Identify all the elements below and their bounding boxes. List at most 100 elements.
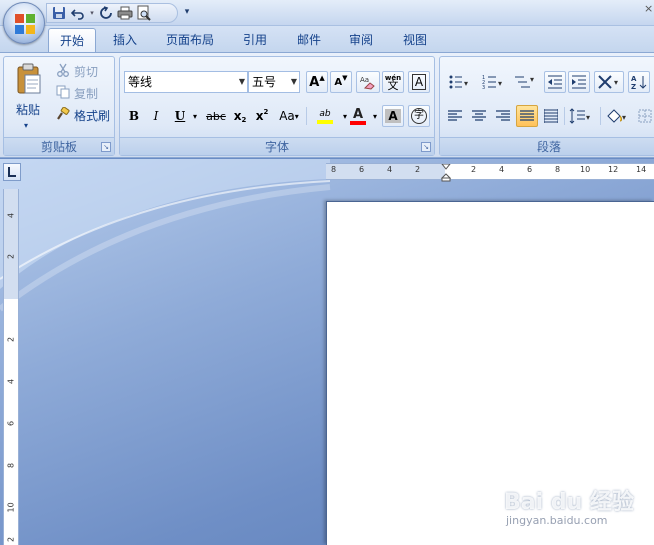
- highlight-button[interactable]: ab: [310, 105, 340, 127]
- ruler-label: 2: [6, 536, 16, 543]
- indent-marker-icon[interactable]: [441, 164, 451, 182]
- align-center-button[interactable]: [468, 105, 490, 127]
- font-color-button[interactable]: A: [346, 105, 370, 127]
- scissors-icon: [56, 63, 70, 80]
- office-button[interactable]: [3, 2, 45, 44]
- font-color-dropdown-icon[interactable]: ▾: [370, 105, 380, 127]
- numbered-list-icon: 123 ▾: [482, 75, 502, 90]
- distributed-icon: [544, 109, 558, 123]
- paste-icon: [17, 63, 41, 94]
- undo-icon[interactable]: [70, 5, 86, 21]
- tab-selector-button[interactable]: [3, 163, 21, 181]
- left-tab-stop-icon: [8, 167, 16, 177]
- distributed-button[interactable]: [540, 105, 562, 127]
- grow-font-button[interactable]: A ▲: [306, 71, 328, 93]
- italic-button[interactable]: I: [146, 105, 166, 127]
- svg-text:▾: ▾: [530, 75, 534, 84]
- watermark-url: jingyan.baidu.com: [506, 514, 608, 527]
- enclose-characters-icon: 字: [411, 108, 427, 124]
- chevron-down-icon[interactable]: ▼: [291, 72, 297, 92]
- superscript-icon: x: [255, 109, 264, 123]
- font-size-combo[interactable]: 五号 ▼: [248, 71, 300, 93]
- character-shading-button[interactable]: A: [382, 105, 404, 127]
- line-spacing-button[interactable]: ▾: [566, 105, 596, 127]
- clipboard-dialog-launcher-icon[interactable]: ↘: [101, 142, 111, 152]
- paste-dropdown-icon[interactable]: ▾: [24, 121, 28, 130]
- clipboard-group-label: 剪贴板: [4, 137, 114, 155]
- decrease-indent-icon: [548, 75, 562, 89]
- undo-dropdown-icon[interactable]: ▾: [89, 5, 95, 21]
- close-window-icon[interactable]: ×: [644, 2, 654, 18]
- ruler-label: 4: [6, 212, 16, 219]
- numbering-button[interactable]: 1 2 3 ▾: [478, 71, 508, 93]
- horizontal-ruler[interactable]: 8 6 4 2 2 4 6 8 10 12 14: [326, 163, 654, 182]
- borders-icon: [638, 109, 652, 123]
- multilevel-list-button[interactable]: ▾: [510, 71, 540, 93]
- ruler-label: 6: [527, 165, 533, 174]
- phonetic-guide-button[interactable]: wén 文: [382, 71, 404, 93]
- customize-qat-icon[interactable]: ▾: [182, 5, 192, 19]
- strikethrough-button[interactable]: abc: [204, 105, 228, 127]
- chevron-down-icon[interactable]: ▼: [239, 72, 245, 92]
- change-case-label: Aa: [279, 109, 295, 123]
- ruler-label: 4: [499, 165, 505, 174]
- clear-format-button[interactable]: Aa: [356, 71, 380, 93]
- tab-view[interactable]: 视图: [392, 28, 438, 52]
- print-preview-icon[interactable]: [136, 5, 152, 21]
- font-name-combo[interactable]: 等线 ▼: [124, 71, 248, 93]
- character-border-icon: A: [411, 74, 427, 90]
- bullets-button[interactable]: ▾: [444, 71, 474, 93]
- sort-icon: AZ: [631, 75, 647, 90]
- chinese-layout-button[interactable]: ▾: [594, 71, 624, 93]
- paste-label: 粘贴: [15, 103, 40, 117]
- enclose-characters-button[interactable]: 字: [408, 105, 430, 127]
- svg-text:A: A: [631, 75, 637, 83]
- sort-button[interactable]: AZ: [628, 71, 650, 93]
- underline-button[interactable]: U: [170, 105, 190, 127]
- save-icon[interactable]: [51, 5, 67, 21]
- tab-references[interactable]: 引用: [232, 28, 278, 52]
- ruler-label: 12: [608, 165, 619, 174]
- paste-button[interactable]: 粘贴 ▾: [8, 61, 48, 133]
- borders-button[interactable]: [634, 105, 654, 127]
- paragraph-group: ▾ 1 2 3 ▾ ▾ ▾ AZ ▾ ▾ 段落: [439, 56, 654, 156]
- highlighter-icon: ab: [319, 108, 331, 119]
- bold-button[interactable]: B: [124, 105, 144, 127]
- copy-button[interactable]: 复制: [56, 83, 98, 103]
- justify-icon: [520, 110, 534, 121]
- underline-dropdown-icon[interactable]: ▾: [190, 105, 200, 127]
- bullet-list-icon: ▾: [449, 75, 468, 89]
- chinese-layout-icon: ▾: [598, 75, 618, 89]
- subscript-button[interactable]: x2: [230, 105, 250, 127]
- ruler-left-margin: [326, 164, 445, 179]
- cut-button[interactable]: 剪切: [56, 61, 98, 81]
- redo-icon[interactable]: [98, 5, 114, 21]
- justify-button[interactable]: [516, 105, 538, 127]
- vertical-ruler[interactable]: 4 2 2 4 6 8 10 2: [3, 189, 19, 545]
- tab-insert[interactable]: 插入: [100, 28, 150, 52]
- format-painter-button[interactable]: 格式刷: [56, 105, 110, 125]
- character-border-button[interactable]: A: [408, 71, 430, 93]
- tab-home[interactable]: 开始: [48, 28, 96, 52]
- decrease-indent-button[interactable]: [544, 71, 566, 93]
- ruler-label: 4: [387, 165, 393, 174]
- tab-page-layout[interactable]: 页面布局: [156, 28, 224, 52]
- quick-access-toolbar: ▾: [46, 3, 178, 23]
- ruler-label: 2: [6, 253, 16, 260]
- shading-button[interactable]: ▾: [602, 105, 632, 127]
- print-icon[interactable]: [117, 5, 133, 21]
- align-left-button[interactable]: [444, 105, 466, 127]
- separator: [306, 107, 307, 125]
- subscript-icon: x: [233, 109, 242, 123]
- font-dialog-launcher-icon[interactable]: ↘: [421, 142, 431, 152]
- svg-text:Z: Z: [631, 83, 636, 90]
- tab-review[interactable]: 审阅: [338, 28, 384, 52]
- change-case-button[interactable]: Aa ▾: [276, 105, 302, 127]
- shrink-font-button[interactable]: A ▼: [330, 71, 352, 93]
- increase-indent-button[interactable]: [568, 71, 590, 93]
- superscript-button[interactable]: x2: [252, 105, 272, 127]
- ruler-label: 2: [415, 165, 421, 174]
- tab-mailings[interactable]: 邮件: [286, 28, 332, 52]
- align-right-button[interactable]: [492, 105, 514, 127]
- ruler-label: 2: [6, 336, 16, 343]
